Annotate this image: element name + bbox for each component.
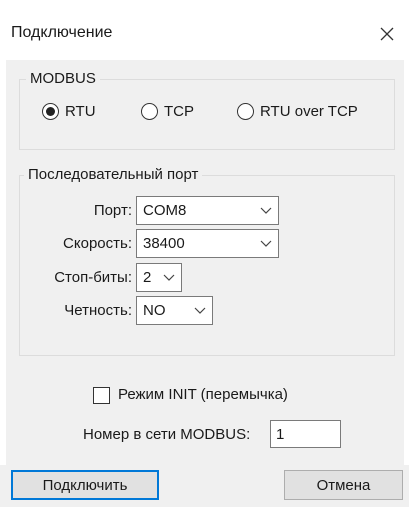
port-label: Порт: bbox=[93, 202, 132, 219]
stopbits-label: Стоп-биты: bbox=[54, 269, 132, 286]
connect-button[interactable]: Подключить bbox=[11, 470, 159, 500]
chevron-down-icon bbox=[260, 240, 272, 247]
radio-selected-dot bbox=[46, 107, 55, 116]
radio-rtu[interactable]: RTU bbox=[42, 103, 96, 120]
stopbits-value: 2 bbox=[143, 269, 152, 286]
radio-rtu-over-tcp-circle bbox=[237, 103, 254, 120]
dialog-body: MODBUS RTU TCP RTU over TCP Последовател… bbox=[6, 60, 404, 465]
chevron-down-icon bbox=[163, 274, 175, 281]
dialog-title: Подключение bbox=[11, 24, 113, 41]
chevron-down-icon bbox=[260, 207, 272, 214]
init-mode-checkbox[interactable] bbox=[93, 387, 110, 404]
radio-rtu-circle bbox=[42, 103, 59, 120]
port-select[interactable]: COM8 bbox=[136, 196, 279, 225]
speed-label: Скорость: bbox=[63, 235, 132, 252]
parity-select[interactable]: NO bbox=[136, 296, 213, 325]
modbus-address-value: 1 bbox=[276, 425, 285, 443]
cancel-button[interactable]: Отмена bbox=[284, 470, 403, 500]
radio-rtu-over-tcp[interactable]: RTU over TCP bbox=[237, 103, 358, 120]
serial-port-group-label: Последовательный порт bbox=[24, 166, 203, 183]
modbus-address-label: Номер в сети MODBUS: bbox=[83, 426, 251, 443]
modbus-address-input[interactable]: 1 bbox=[270, 420, 341, 448]
chevron-down-icon bbox=[194, 307, 206, 314]
parity-value: NO bbox=[143, 302, 166, 319]
title-bar: Подключение bbox=[0, 0, 409, 60]
radio-rtu-over-tcp-label: RTU over TCP bbox=[260, 103, 358, 120]
stopbits-select[interactable]: 2 bbox=[136, 263, 182, 292]
radio-tcp-circle bbox=[141, 103, 158, 120]
speed-value: 38400 bbox=[143, 235, 185, 252]
radio-tcp-label: TCP bbox=[164, 103, 194, 120]
radio-tcp[interactable]: TCP bbox=[141, 103, 194, 120]
close-button[interactable] bbox=[370, 18, 404, 50]
port-value: COM8 bbox=[143, 202, 187, 219]
connection-dialog: Подключение MODBUS RTU TCP RTU over TCP bbox=[0, 0, 409, 507]
serial-port-group: Последовательный порт Порт: COM8 Скорост… bbox=[19, 166, 395, 356]
close-icon bbox=[380, 27, 394, 41]
speed-select[interactable]: 38400 bbox=[136, 229, 279, 258]
modbus-group: MODBUS RTU TCP RTU over TCP bbox=[19, 70, 395, 150]
parity-label: Четность: bbox=[64, 302, 132, 319]
init-mode-label: Режим INIT (перемычка) bbox=[118, 386, 288, 403]
dialog-footer: Подключить Отмена bbox=[0, 465, 409, 507]
radio-rtu-label: RTU bbox=[65, 103, 96, 120]
modbus-group-label: MODBUS bbox=[26, 70, 100, 87]
